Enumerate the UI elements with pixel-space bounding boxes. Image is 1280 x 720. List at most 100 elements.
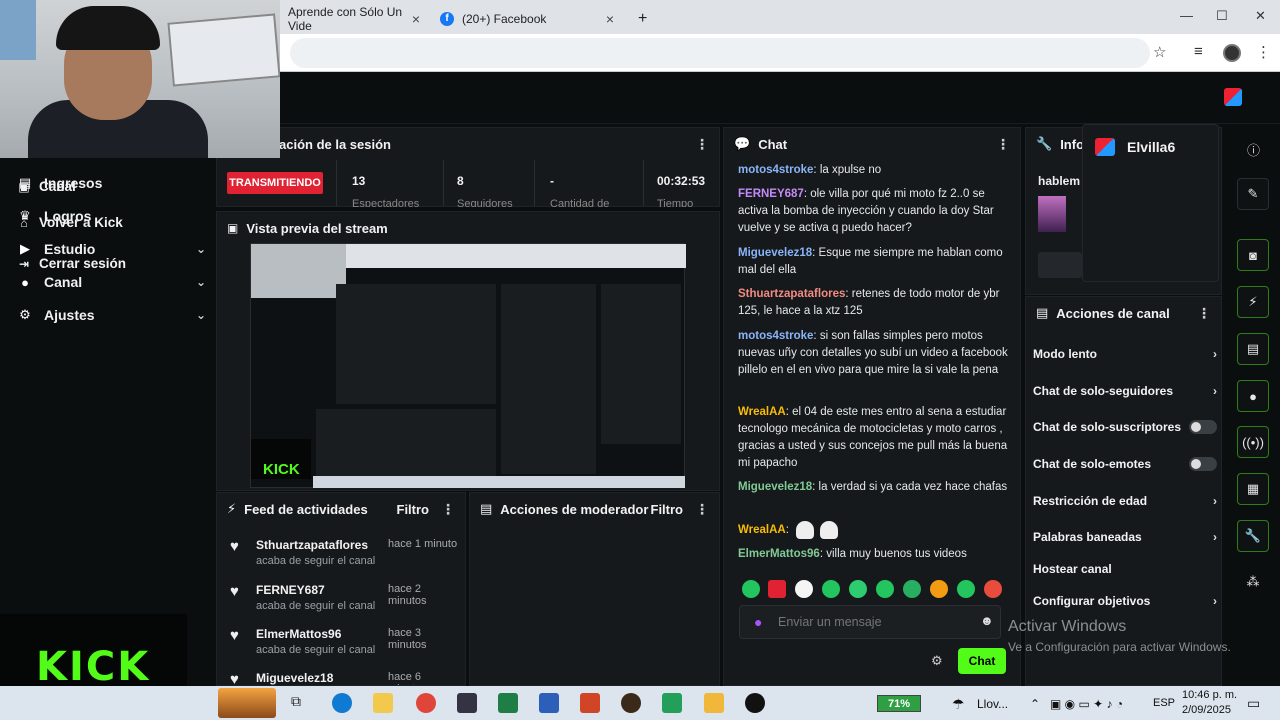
emote-icon[interactable] — [822, 580, 840, 598]
sidebar-item-canal[interactable]: ● Canal ⌄ — [16, 270, 206, 294]
maximize-icon[interactable]: ☐ — [1216, 8, 1228, 24]
stream-preview-image[interactable]: KICK — [250, 243, 686, 488]
mini-panel — [336, 284, 496, 404]
feed-item-time: hace 2 minutos — [388, 583, 427, 607]
feed-item-name[interactable]: Sthuartzapataflores — [256, 538, 368, 552]
chat-username[interactable]: Miguevelez18 — [738, 247, 812, 259]
new-tab-button[interactable]: + — [630, 4, 654, 34]
dropdown-item-cerrar[interactable]: ⇥ Cerrar sesión — [16, 256, 126, 271]
emote-icon[interactable] — [876, 580, 894, 598]
chat-title: Chat — [758, 136, 788, 152]
clock-date[interactable]: 2/09/2025 — [1182, 704, 1231, 716]
apps-icon[interactable]: ⁂ — [1237, 566, 1269, 598]
notifications-icon[interactable]: ▭ — [1247, 695, 1260, 712]
emote-icon[interactable] — [742, 580, 760, 598]
mail-icon[interactable] — [457, 693, 477, 713]
action-palabras-baneadas[interactable]: Palabras baneadas › — [1033, 526, 1217, 548]
info-icon[interactable]: ⓘ — [1247, 140, 1260, 159]
toggle-switch[interactable] — [1189, 420, 1217, 434]
gear-icon[interactable]: ⚙ — [931, 653, 943, 669]
menu-dots-icon[interactable]: ⋮ — [1256, 43, 1271, 61]
camera-icon[interactable]: ◙ — [1237, 239, 1269, 271]
obs-icon[interactable] — [745, 693, 765, 713]
chat-username[interactable]: motos4stroke — [738, 164, 813, 176]
emote-icon[interactable] — [903, 580, 921, 598]
microphone-icon[interactable]: ● — [754, 614, 762, 630]
media-control-icon[interactable]: ≡ — [1194, 43, 1203, 60]
folder-icon[interactable] — [704, 693, 724, 713]
app-icon[interactable] — [621, 693, 641, 713]
edit-icon[interactable]: ✎ — [1237, 178, 1269, 210]
excel-icon[interactable] — [498, 693, 518, 713]
close-window-icon[interactable]: ✕ — [1255, 8, 1266, 24]
chat-username[interactable]: WrealAA — [738, 406, 786, 418]
url-field[interactable] — [290, 38, 1150, 68]
bolt-icon[interactable]: ⚡ — [1237, 286, 1269, 318]
emote-icon[interactable] — [984, 580, 1002, 598]
browser-profile-avatar[interactable] — [1223, 44, 1241, 62]
feed-item-name[interactable]: FERNEY687 — [256, 583, 325, 597]
emote-icon[interactable] — [768, 580, 786, 598]
feed-item-name[interactable]: Miguevelez18 — [256, 671, 333, 685]
start-art-icon[interactable] — [218, 688, 276, 718]
kebab-icon[interactable]: ⋮ — [695, 136, 709, 153]
chat-username[interactable]: FERNEY687 — [738, 188, 804, 200]
kebab-icon[interactable]: ⋮ — [996, 136, 1010, 153]
broadcast-icon[interactable]: ((•)) — [1237, 426, 1269, 458]
tab-aprende[interactable]: Aprende con Sólo Un Vide × — [280, 4, 428, 34]
action-configurar-objetivos[interactable]: Configurar objetivos › — [1033, 590, 1217, 612]
word-icon[interactable] — [539, 693, 559, 713]
task-view-icon[interactable]: ⧉ — [291, 693, 311, 713]
edge-icon[interactable] — [332, 693, 352, 713]
moderator-filter[interactable]: Filtro — [651, 502, 684, 517]
chat-username[interactable]: WrealAA — [738, 524, 786, 536]
wrench-icon[interactable]: 🔧 — [1237, 520, 1269, 552]
sheets-icon[interactable] — [662, 693, 682, 713]
chevron-right-icon: › — [1213, 494, 1217, 508]
action-restriccion-edad[interactable]: Restricción de edad › — [1033, 490, 1217, 512]
document-icon[interactable]: ▤ — [1237, 333, 1269, 365]
chat-input-box[interactable]: ● ☻ — [739, 605, 1001, 639]
info-input[interactable] — [1038, 252, 1082, 278]
emote-icon[interactable] — [795, 580, 813, 598]
action-solo-seguidores[interactable]: Chat de solo-seguidores › — [1033, 380, 1217, 402]
emote-icon[interactable] — [930, 580, 948, 598]
emote-icon[interactable] — [849, 580, 867, 598]
user-avatar[interactable] — [1224, 88, 1242, 106]
toggle-switch[interactable] — [1189, 457, 1217, 471]
powerpoint-icon[interactable] — [580, 693, 600, 713]
chat-username[interactable]: ElmerMattos96 — [738, 548, 820, 560]
chat-username[interactable]: Sthuartzapataflores — [738, 288, 845, 300]
star-icon[interactable]: ☆ — [1153, 43, 1166, 61]
weather-text[interactable]: Llov... — [977, 697, 1008, 711]
language-indicator[interactable]: ESP — [1153, 697, 1175, 709]
kebab-icon[interactable]: ⋮ — [1197, 305, 1211, 322]
kebab-icon[interactable]: ⋮ — [695, 501, 709, 518]
tab-facebook[interactable]: f (20+) Facebook × — [432, 4, 622, 34]
chrome-icon[interactable] — [416, 693, 436, 713]
chat-input[interactable] — [778, 612, 968, 632]
emote-icon[interactable] — [957, 580, 975, 598]
minimize-icon[interactable]: — — [1180, 8, 1193, 23]
chat-icon[interactable]: ● — [1237, 380, 1269, 412]
chat-username[interactable]: motos4stroke — [738, 330, 813, 342]
store-icon[interactable] — [373, 693, 393, 713]
kebab-icon[interactable]: ⋮ — [441, 501, 455, 518]
close-icon[interactable]: × — [412, 11, 420, 27]
system-tray-icons[interactable]: ▣ ◉ ▭ ✦ ♪ ◔ — [1050, 697, 1123, 711]
feed-filter[interactable]: Filtro — [397, 502, 430, 517]
chat-username[interactable]: Miguevelez18 — [738, 481, 812, 493]
emoji-icon[interactable]: ☻ — [980, 613, 994, 628]
chevron-up-icon[interactable]: ⌃ — [1030, 697, 1040, 711]
dropdown-item-volver[interactable]: ⌂ Volver a Kick — [16, 215, 122, 230]
layout-icon[interactable]: ▦ — [1237, 473, 1269, 505]
send-chat-button[interactable]: Chat — [958, 648, 1006, 674]
feed-item-name[interactable]: ElmerMattos96 — [256, 627, 341, 641]
action-hostear-canal[interactable]: Hostear canal — [1033, 558, 1217, 580]
dropdown-item-canal[interactable]: ▣ Canal — [16, 179, 75, 194]
clock-time[interactable]: 10:46 p. m. — [1182, 689, 1237, 701]
sidebar-item-ajustes[interactable]: ⚙ Ajustes ⌄ — [16, 303, 206, 327]
action-modo-lento[interactable]: Modo lento › — [1033, 343, 1217, 365]
close-icon[interactable]: × — [606, 11, 614, 27]
moderator-panel: ▤ Acciones de moderador Filtro ⋮ — [469, 492, 720, 686]
